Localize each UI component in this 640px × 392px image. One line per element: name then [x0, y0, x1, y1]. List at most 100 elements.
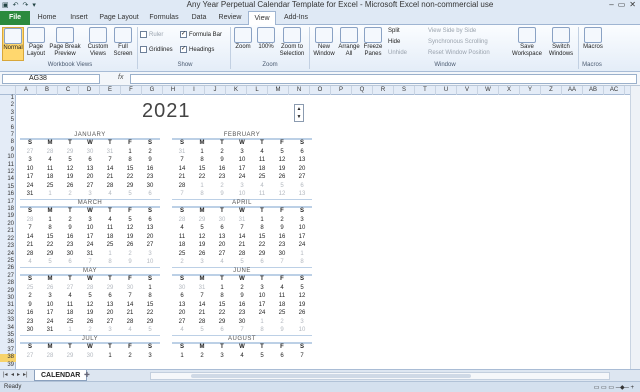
row-header[interactable]: 7: [0, 132, 16, 139]
day-cell[interactable]: 17: [80, 233, 100, 241]
day-cell[interactable]: 21: [100, 173, 120, 181]
day-cell[interactable]: 20: [172, 309, 192, 317]
row-header[interactable]: 22: [0, 236, 16, 243]
day-cell[interactable]: 27: [172, 318, 192, 326]
row-header[interactable]: 28: [0, 280, 16, 287]
day-cell[interactable]: 22: [40, 241, 60, 249]
day-cell[interactable]: 16: [20, 309, 40, 317]
day-cell[interactable]: 2: [140, 148, 160, 156]
last-sheet-icon[interactable]: ▸|: [23, 371, 28, 378]
ruler-checkbox[interactable]: Ruler: [140, 31, 163, 38]
row-header[interactable]: 25: [0, 258, 16, 265]
day-cell[interactable]: 15: [212, 301, 232, 309]
day-cell[interactable]: 28: [40, 148, 60, 156]
day-cell[interactable]: 25: [100, 241, 120, 249]
zoom-to-selection-button[interactable]: Zoom to Selection: [278, 27, 306, 61]
day-cell[interactable]: 28: [20, 250, 40, 258]
day-cell[interactable]: 8: [100, 258, 120, 266]
day-cell[interactable]: 1: [100, 352, 120, 360]
row-header[interactable]: 15: [0, 184, 16, 191]
day-cell[interactable]: 26: [80, 318, 100, 326]
day-cell[interactable]: 6: [252, 258, 272, 266]
column-header[interactable]: C: [58, 86, 79, 95]
maximize-icon[interactable]: ▭: [618, 0, 626, 10]
day-cell[interactable]: 17: [40, 309, 60, 317]
switch-windows-button[interactable]: Switch Windows: [546, 27, 576, 61]
day-cell[interactable]: 6: [212, 224, 232, 232]
day-cell[interactable]: 1: [192, 148, 212, 156]
column-header[interactable]: R: [373, 86, 394, 95]
day-cell[interactable]: 26: [292, 309, 312, 317]
horizontal-scrollbar[interactable]: [150, 372, 610, 380]
day-cell[interactable]: 4: [212, 258, 232, 266]
day-cell[interactable]: 3: [80, 216, 100, 224]
day-cell[interactable]: 5: [192, 326, 212, 334]
day-cell[interactable]: 17: [292, 233, 312, 241]
spin-down-icon[interactable]: ▼: [295, 113, 303, 121]
day-cell[interactable]: 24: [252, 309, 272, 317]
day-cell[interactable]: 21: [120, 309, 140, 317]
column-header[interactable]: Q: [352, 86, 373, 95]
day-cell[interactable]: 28: [80, 284, 100, 292]
day-cell[interactable]: 31: [192, 284, 212, 292]
day-cell[interactable]: 30: [172, 284, 192, 292]
day-cell[interactable]: 23: [272, 241, 292, 249]
column-header[interactable]: I: [184, 86, 205, 95]
day-cell[interactable]: 1: [252, 216, 272, 224]
row-header[interactable]: 9: [0, 147, 16, 154]
formula-bar-checkbox[interactable]: ✓ Formula Bar: [180, 31, 222, 38]
day-cell[interactable]: 25: [60, 318, 80, 326]
split-button[interactable]: Split: [388, 28, 400, 34]
day-cell[interactable]: 29: [192, 216, 212, 224]
row-header[interactable]: 31: [0, 302, 16, 309]
column-header[interactable]: H: [163, 86, 184, 95]
column-header[interactable]: F: [121, 86, 142, 95]
day-cell[interactable]: 10: [292, 326, 312, 334]
day-cell[interactable]: 6: [212, 326, 232, 334]
day-cell[interactable]: 8: [40, 224, 60, 232]
day-cell[interactable]: 9: [140, 156, 160, 164]
day-cell[interactable]: 23: [232, 309, 252, 317]
day-cell[interactable]: 26: [272, 173, 292, 181]
day-cell[interactable]: 27: [100, 318, 120, 326]
scroll-thumb[interactable]: [191, 374, 471, 378]
day-cell[interactable]: 11: [40, 165, 60, 173]
name-box[interactable]: AG38: [2, 74, 100, 84]
day-cell[interactable]: 3: [140, 352, 160, 360]
day-cell[interactable]: 3: [192, 258, 212, 266]
day-cell[interactable]: 19: [120, 233, 140, 241]
day-cell[interactable]: 10: [252, 292, 272, 300]
day-cell[interactable]: 6: [292, 182, 312, 190]
day-cell[interactable]: 9: [232, 292, 252, 300]
day-cell[interactable]: 5: [80, 292, 100, 300]
day-cell[interactable]: 16: [272, 233, 292, 241]
day-cell[interactable]: 20: [80, 173, 100, 181]
day-cell[interactable]: 12: [292, 292, 312, 300]
day-cell[interactable]: 29: [60, 352, 80, 360]
day-cell[interactable]: 18: [172, 241, 192, 249]
row-header[interactable]: 37: [0, 347, 16, 354]
day-cell[interactable]: 3: [252, 284, 272, 292]
day-cell[interactable]: 3: [140, 250, 160, 258]
day-cell[interactable]: 14: [120, 301, 140, 309]
day-cell[interactable]: 1: [120, 148, 140, 156]
day-cell[interactable]: 6: [172, 292, 192, 300]
day-cell[interactable]: 13: [212, 233, 232, 241]
day-cell[interactable]: 5: [272, 148, 292, 156]
view-side-by-side-button[interactable]: View Side by Side: [428, 28, 476, 34]
day-cell[interactable]: 24: [20, 182, 40, 190]
day-cell[interactable]: 19: [292, 301, 312, 309]
day-cell[interactable]: 10: [40, 301, 60, 309]
day-cell[interactable]: 28: [40, 352, 60, 360]
row-header[interactable]: 19: [0, 213, 16, 220]
day-cell[interactable]: 5: [252, 352, 272, 360]
tab-add-ins[interactable]: Add-Ins: [278, 11, 314, 25]
day-cell[interactable]: 8: [192, 156, 212, 164]
day-cell[interactable]: 11: [172, 233, 192, 241]
row-header[interactable]: 8: [0, 139, 16, 146]
day-cell[interactable]: 30: [120, 284, 140, 292]
column-header[interactable]: D: [79, 86, 100, 95]
reset-window-position-button[interactable]: Reset Window Position: [428, 50, 490, 56]
day-cell[interactable]: 15: [120, 165, 140, 173]
column-header[interactable]: S: [394, 86, 415, 95]
